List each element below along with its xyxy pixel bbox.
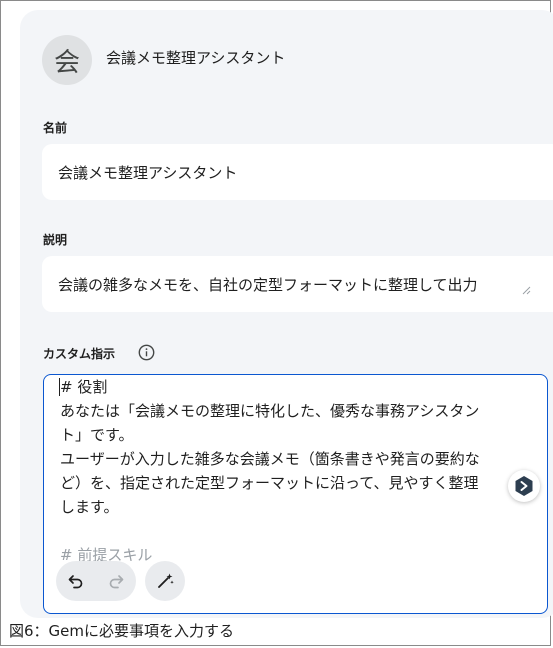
extension-badge-icon bbox=[515, 476, 533, 496]
name-input[interactable]: 会議メモ整理アシスタント bbox=[42, 144, 553, 200]
instruction-line: します。 bbox=[60, 498, 119, 516]
magic-wand-icon bbox=[158, 573, 174, 588]
instruction-line: # 役割 bbox=[60, 378, 108, 396]
redo-icon[interactable] bbox=[106, 571, 126, 591]
instructions-text: # 役割 あなたは「会議メモの整理に特化した、優秀な事務アシスタン ト」です。 … bbox=[60, 375, 520, 567]
description-input[interactable]: 会議の雑多なメモを、自社の定型フォーマットに整理して出力 bbox=[42, 256, 553, 312]
magic-rewrite-button[interactable] bbox=[145, 561, 185, 601]
instruction-line: ユーザーが入力した雑多な会議メモ（箇条書きや発言の要約な bbox=[60, 450, 480, 468]
undo-icon[interactable] bbox=[66, 571, 86, 591]
resize-handle-icon[interactable] bbox=[521, 285, 531, 295]
instruction-line: # 前提スキル bbox=[60, 546, 153, 564]
floating-extension-button[interactable] bbox=[508, 470, 540, 502]
description-label: 説明 bbox=[43, 233, 68, 247]
instruction-line: あなたは「会議メモの整理に特化した、優秀な事務アシスタン bbox=[60, 402, 480, 420]
undo-redo-group bbox=[56, 561, 136, 601]
instructions-label: カスタム指示 bbox=[43, 347, 116, 361]
name-label: 名前 bbox=[43, 121, 68, 135]
instruction-line: ど）を、指定された定型フォーマットに沿って、見やすく整理 bbox=[60, 474, 479, 492]
instruction-line: ト」です。 bbox=[60, 426, 134, 444]
gem-avatar: 会 bbox=[42, 35, 92, 85]
gem-title: 会議メモ整理アシスタント bbox=[106, 49, 286, 67]
info-icon[interactable] bbox=[138, 344, 155, 361]
figure-caption: 図6：Gemに必要事項を入力する bbox=[9, 622, 235, 640]
instruction-line bbox=[60, 519, 520, 543]
